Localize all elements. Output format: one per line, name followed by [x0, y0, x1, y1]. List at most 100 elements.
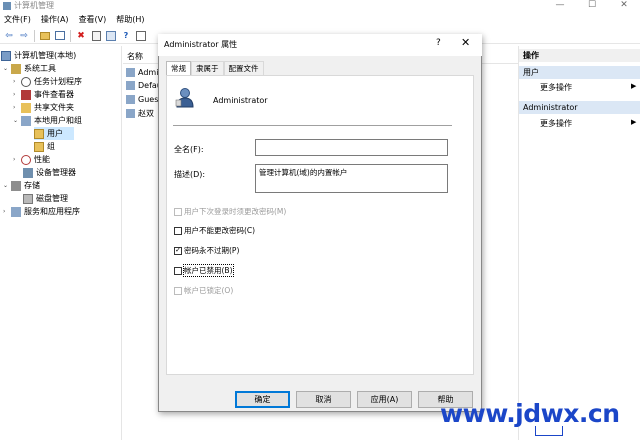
list-item[interactable]: Guest — [126, 93, 162, 106]
laptop-icon — [535, 426, 563, 436]
checkbox-box[interactable] — [174, 226, 182, 235]
performance-icon — [21, 154, 31, 165]
tree-item-users[interactable]: 用户 — [34, 127, 74, 140]
forward-arrow-icon[interactable]: ⇨ — [17, 29, 31, 43]
chevron-right-icon[interactable]: › — [13, 88, 21, 101]
actions-header: 操作 — [519, 49, 640, 62]
help-icon[interactable]: ? — [119, 29, 133, 43]
maximize-button[interactable]: ☐ — [576, 0, 608, 12]
users-group-icon — [21, 115, 31, 126]
checkbox-box[interactable] — [174, 207, 182, 216]
tree-item-groups[interactable]: 组 — [34, 140, 55, 153]
storage-icon — [11, 180, 21, 191]
chevron-right-icon[interactable]: › — [13, 153, 21, 166]
checkbox-cannot-change-password[interactable]: 用户不能更改密码(C) — [174, 225, 255, 236]
tab-strip: 常规 隶属于 配置文件 — [166, 61, 264, 76]
minimize-button[interactable]: — — [544, 0, 576, 12]
tree-item-shared-folders[interactable]: › 共享文件夹 — [13, 101, 74, 114]
back-arrow-icon[interactable]: ⇦ — [2, 29, 16, 43]
shared-folder-icon — [21, 102, 31, 113]
checkbox-account-locked[interactable]: 帐户已锁定(O) — [174, 285, 233, 296]
event-viewer-icon — [21, 89, 31, 100]
close-dialog-button[interactable]: ✕ — [461, 36, 470, 49]
chevron-right-icon[interactable]: › — [13, 75, 21, 88]
menu-help[interactable]: 帮助(H) — [112, 13, 150, 27]
chevron-right-icon[interactable]: › — [3, 205, 11, 218]
menu-bar: 文件(F) 操作(A) 查看(V) 帮助(H) — [0, 13, 640, 27]
checkbox-account-disabled[interactable]: 帐户已禁用(B) — [174, 264, 234, 277]
tree-item-disk-management[interactable]: 磁盘管理 — [23, 192, 68, 205]
tree-item-storage[interactable]: ⌄ 存储 — [3, 179, 40, 192]
services-icon — [11, 206, 21, 217]
chevron-down-icon[interactable]: ⌄ — [3, 62, 11, 75]
actions-group-administrator[interactable]: Administrator — [519, 101, 640, 114]
dialog-titlebar: Administrator 属性 ? ✕ — [158, 34, 482, 56]
menu-file[interactable]: 文件(F) — [0, 13, 37, 27]
user-icon — [126, 81, 135, 90]
user-icon — [126, 109, 135, 118]
close-window-button[interactable]: ✕ — [608, 0, 640, 12]
delete-icon[interactable]: ✖ — [74, 29, 88, 43]
window-title: 计算机管理 — [14, 1, 54, 10]
tools-icon — [11, 63, 21, 74]
menu-view[interactable]: 查看(V) — [75, 13, 113, 27]
tree-item-system-tools[interactable]: ⌄ 系统工具 — [3, 62, 56, 75]
more-actions-link[interactable]: 更多操作 — [540, 118, 572, 129]
more-actions-link[interactable]: 更多操作 — [540, 82, 572, 93]
checkmark-icon[interactable]: ✓ — [174, 246, 182, 255]
export-list-icon[interactable] — [134, 29, 148, 43]
actions-group-users[interactable]: 用户 — [519, 66, 640, 79]
watermark-logo: www.jdwx.cn — [440, 399, 620, 428]
dialog-title: Administrator 属性 — [164, 40, 238, 49]
description-input[interactable]: 管理计算机(域)的内置帐户 — [255, 164, 448, 193]
tab-profile[interactable]: 配置文件 — [223, 61, 264, 75]
cancel-button[interactable]: 取消 — [296, 391, 351, 408]
fullname-input[interactable] — [255, 139, 448, 156]
user-icon — [126, 95, 135, 104]
fullname-label: 全名(F): — [174, 145, 204, 154]
tree-item-event-viewer[interactable]: › 事件查看器 — [13, 88, 74, 101]
checkbox-password-never-expires[interactable]: ✓ 密码永不过期(P) — [174, 245, 239, 256]
device-manager-icon — [23, 167, 33, 178]
tree-item-performance[interactable]: › 性能 — [13, 153, 50, 166]
folder-icon — [34, 141, 44, 152]
tab-member-of[interactable]: 隶属于 — [191, 61, 224, 75]
list-item[interactable]: 赵双 — [126, 107, 154, 120]
refresh-icon[interactable] — [104, 29, 118, 43]
ok-button[interactable]: 确定 — [235, 391, 290, 408]
username-label: Administrator — [213, 96, 268, 105]
separator-line — [173, 125, 452, 126]
clock-icon — [21, 76, 31, 87]
triangle-right-icon[interactable]: ▶ — [631, 82, 636, 90]
show-hide-tree-icon[interactable] — [53, 29, 67, 43]
checkbox-must-change-password[interactable]: 用户下次登录时须更改密码(M) — [174, 206, 286, 217]
tree-item-services-apps[interactable]: › 服务和应用程序 — [3, 205, 80, 218]
user-icon — [126, 68, 135, 77]
user-icon — [174, 86, 196, 108]
up-folder-icon[interactable] — [38, 29, 52, 43]
toolbar-divider — [34, 29, 35, 42]
properties-icon[interactable] — [89, 29, 103, 43]
computer-icon — [1, 50, 11, 61]
chevron-right-icon[interactable]: › — [13, 101, 21, 114]
checkbox-box[interactable] — [174, 286, 182, 295]
checkbox-box[interactable] — [174, 266, 182, 275]
list-item[interactable]: Defau — [126, 79, 162, 92]
help-button[interactable]: ? — [436, 38, 441, 48]
disk-icon — [23, 193, 33, 204]
tree-item-task-scheduler[interactable]: › 任务计划程序 — [13, 75, 82, 88]
tree-item-root[interactable]: 计算机管理(本地) — [1, 49, 76, 62]
window-controls: — ☐ ✕ — [544, 0, 640, 12]
tree-item-device-manager[interactable]: 设备管理器 — [23, 166, 76, 179]
apply-button[interactable]: 应用(A) — [357, 391, 412, 408]
chevron-down-icon[interactable]: ⌄ — [3, 179, 11, 192]
description-label: 描述(D): — [174, 170, 206, 179]
tab-general[interactable]: 常规 — [166, 61, 191, 76]
tree-item-local-users-groups[interactable]: ⌄ 本地用户和组 — [13, 114, 82, 127]
triangle-right-icon[interactable]: ▶ — [631, 118, 636, 126]
app-icon — [3, 2, 11, 10]
toolbar-divider — [70, 29, 71, 42]
folder-icon — [34, 128, 44, 139]
chevron-down-icon[interactable]: ⌄ — [13, 114, 21, 127]
menu-action[interactable]: 操作(A) — [37, 13, 75, 27]
